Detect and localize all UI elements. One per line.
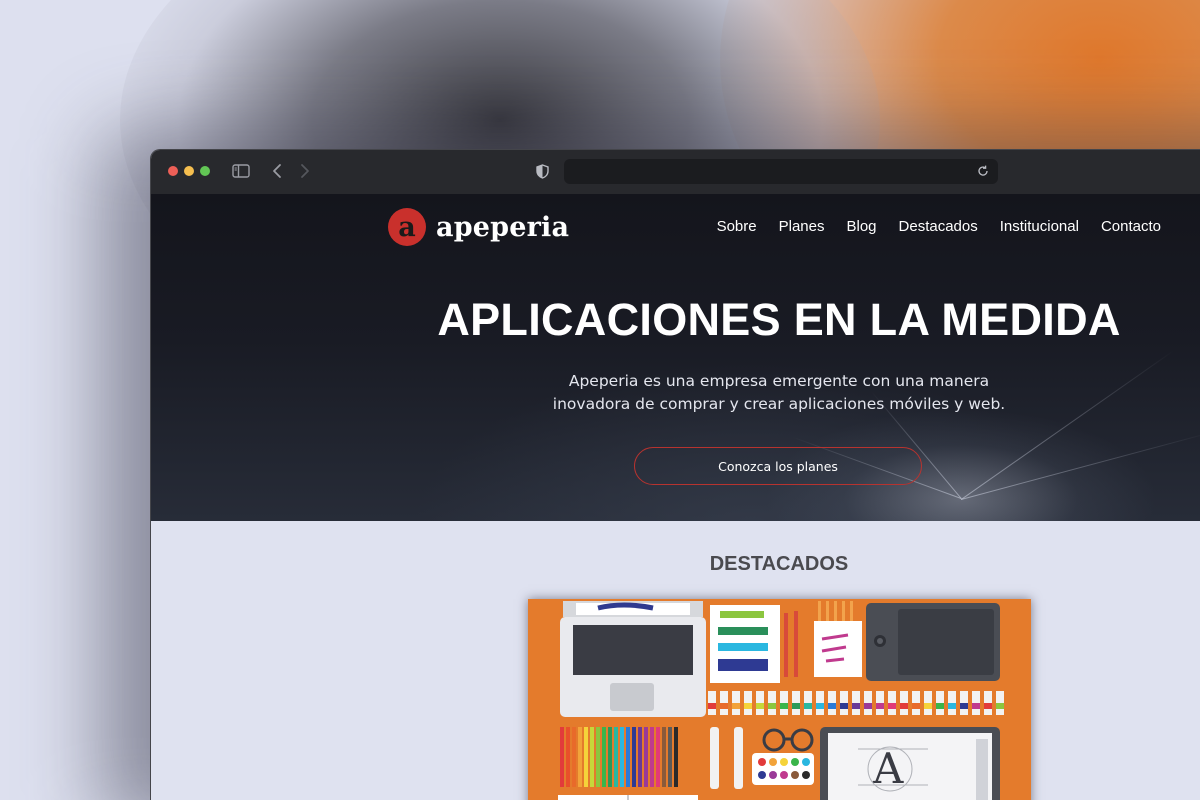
browser-window: a apeperia Sobre Planes Blog Destacados … <box>150 149 1200 800</box>
nav-link-institucional[interactable]: Institucional <box>1000 218 1079 235</box>
hero-section: a apeperia Sobre Planes Blog Destacados … <box>151 194 1200 521</box>
hero-subtitle-line: Apeperia es una empresa emergente con un… <box>568 372 990 390</box>
hero-subtitle-line: inovadora de comprar y crear aplicacione… <box>552 395 1006 413</box>
nav-link-planes[interactable]: Planes <box>779 218 825 235</box>
privacy-shield-icon[interactable] <box>534 161 550 181</box>
main-nav: Sobre Planes Blog Destacados Institucion… <box>695 218 1161 235</box>
back-arrow-icon[interactable] <box>269 161 285 181</box>
browser-toolbar <box>151 150 1200 194</box>
hero-title: APLICACIONES EN LA MEDIDA <box>437 294 1121 345</box>
nav-link-contacto[interactable]: Contacto <box>1101 218 1161 235</box>
designer-desk-illustration[interactable]: A <box>528 599 1031 800</box>
address-bar[interactable] <box>564 159 998 184</box>
minimize-window-button[interactable] <box>184 166 194 176</box>
nav-link-blog[interactable]: Blog <box>846 218 876 235</box>
featured-title: DESTACADOS <box>709 553 849 575</box>
forward-arrow-icon[interactable] <box>297 161 313 181</box>
maximize-window-button[interactable] <box>200 166 210 176</box>
nav-link-sobre[interactable]: Sobre <box>717 218 757 235</box>
reload-icon[interactable] <box>976 164 990 178</box>
logo-wordmark: apeperia <box>436 211 570 243</box>
sidebar-toggle-icon[interactable] <box>231 161 251 181</box>
featured-section: DESTACADOS A <box>151 521 1200 800</box>
site-logo[interactable]: a apeperia <box>388 208 569 246</box>
nav-link-destacados[interactable]: Destacados <box>899 218 978 235</box>
light-ray <box>961 431 1200 500</box>
logo-mark: a <box>388 208 426 246</box>
view-plans-button[interactable]: Conozca los planes <box>634 447 922 485</box>
desktop-background: a apeperia Sobre Planes Blog Destacados … <box>0 0 1200 800</box>
hero-subtitle: Apeperia es una empresa emergente con un… <box>479 370 1079 416</box>
close-window-button[interactable] <box>168 166 178 176</box>
